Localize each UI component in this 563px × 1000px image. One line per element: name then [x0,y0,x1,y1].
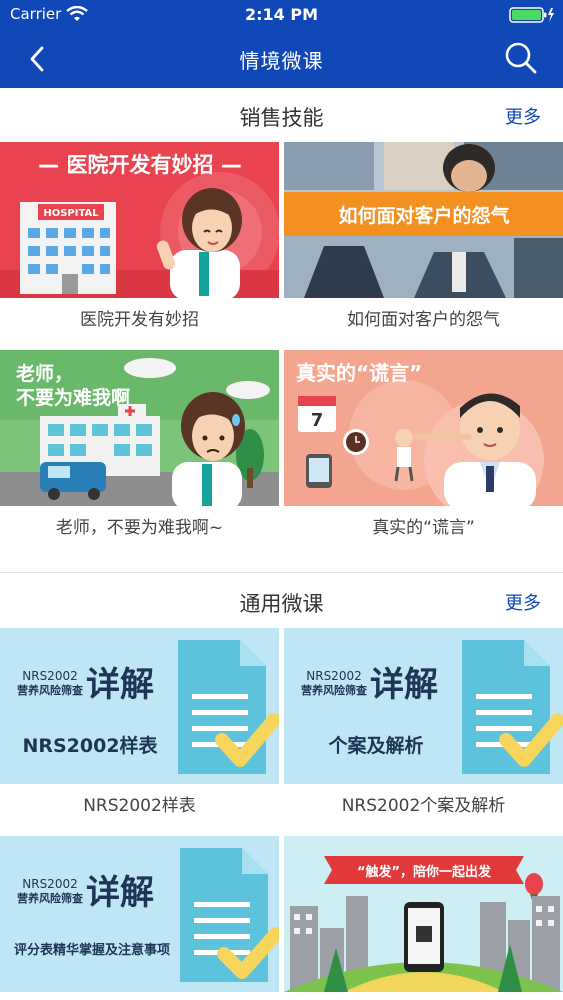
thumb-line2: 营养风险筛查 [301,683,367,697]
section-header-general: 通用微课 更多 [0,574,563,628]
thumb-big: 详解 [370,665,438,705]
section-title: 通用微课 [239,592,324,616]
banner-text: 真实的“谎言” [296,361,422,385]
course-thumbnail[interactable]: — 医院开发有妙招 — HOSPITAL [0,142,279,298]
more-link[interactable]: 更多 [505,103,541,129]
course-thumbnail[interactable]: 老师， 不要为难我啊 [0,350,279,506]
thumb-big: 详解 [86,873,154,913]
course-caption: 真实的“谎言” [372,518,475,538]
thumb-line2: 营养风险筛查 [17,891,83,905]
banner-line2: 不要为难我啊 [16,386,130,409]
battery-icon [509,6,555,28]
banner-text: 如何面对客户的怨气 [338,204,509,227]
section-divider [0,572,563,573]
thumb-line1: NRS2002 [22,669,77,683]
course-card[interactable]: “触发”，陪你一起出发 [284,836,563,999]
thumb-big: 详解 [86,665,154,705]
thumb-line1: NRS2002 [22,877,77,891]
banner-text: — 医院开发有妙招 — [38,153,242,177]
course-caption: NRS2002样表 [83,796,196,816]
banner-line1: 老师， [16,362,73,385]
page-title: 情境微课 [239,49,324,73]
course-card[interactable]: NRS2002 营养风险筛查 详解 评分表精华掌握及注意事项 [0,836,279,999]
course-thumbnail[interactable]: NRS2002 营养风险筛查 详解 个案及解析 [284,628,563,784]
course-card[interactable]: — 医院开发有妙招 — HOSPITAL 医院开发有妙招 [0,142,279,330]
thumb-sub: 评分表精华掌握及注意事项 [14,942,170,958]
thumb-line2: 营养风险筛查 [17,683,83,697]
search-icon[interactable] [503,40,539,76]
course-caption: 如何面对客户的怨气 [347,310,500,330]
clock: 2:14 PM [244,5,318,24]
course-thumbnail[interactable]: “触发”，陪你一起出发 [284,836,563,992]
hospital-sign: HOSPITAL [43,208,99,219]
course-caption: NRS2002个案及解析 [341,796,506,816]
thumb-line1: NRS2002 [306,669,361,683]
course-thumbnail[interactable]: NRS2002 营养风险筛查 详解 NRS2002样表 [0,628,279,784]
section-header-sales: 销售技能 更多 [0,88,563,142]
course-card[interactable]: 老师， 不要为难我啊 老师，不要为难我啊~ [0,350,279,538]
course-thumbnail[interactable]: NRS2002 营养风险筛查 详解 评分表精华掌握及注意事项 [0,836,279,992]
course-caption: 医院开发有妙招 [80,310,199,330]
course-thumbnail[interactable]: 真实的“谎言” 7 [284,350,563,506]
nav-bar: 情境微课 [0,30,563,88]
section-title: 销售技能 [239,106,324,130]
thumb-sub: 个案及解析 [327,734,423,757]
course-card[interactable]: NRS2002 营养风险筛查 详解 NRS2002样表 NRS2002样表 [0,628,279,816]
course-card[interactable]: 如何面对客户的怨气 如何面对客户的怨气 [284,142,563,330]
more-link[interactable]: 更多 [505,589,541,615]
thumb-sub: NRS2002样表 [22,734,158,757]
course-thumbnail[interactable]: 如何面对客户的怨气 [284,142,563,298]
calendar-day: 7 [311,410,324,431]
course-card[interactable]: NRS2002 营养风险筛查 详解 个案及解析 NRS2002个案及解析 [284,628,563,816]
course-card[interactable]: 真实的“谎言” 7 真实的“谎言” [284,350,563,538]
banner-text: “触发”，陪你一起出发 [357,864,492,880]
course-caption: 老师，不要为难我啊~ [55,518,224,538]
status-bar: Carrier 2:14 PM [0,0,563,30]
